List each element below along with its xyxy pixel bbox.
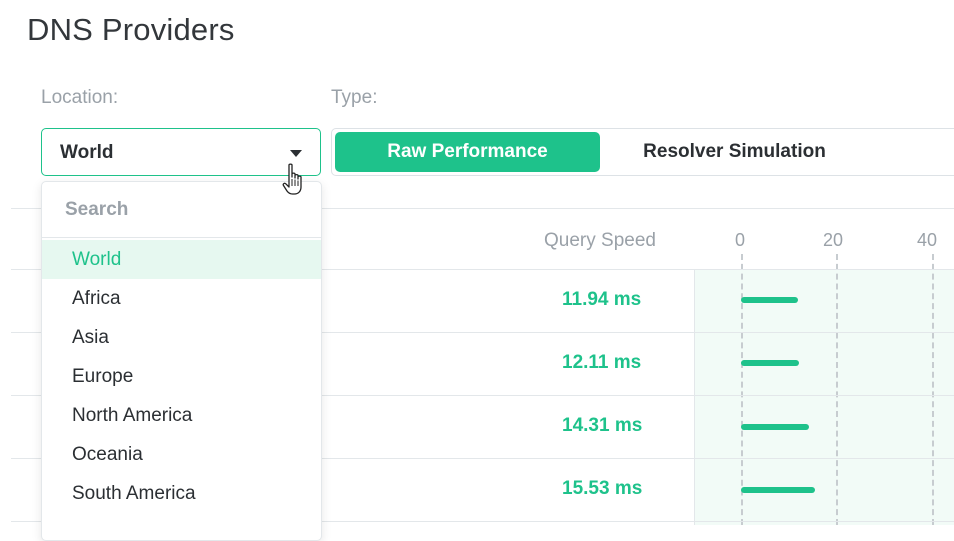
location-dropdown-menu: Search World Africa Asia Europe North Am… (41, 181, 322, 541)
dropdown-option-south-america[interactable]: South America (42, 474, 321, 513)
table-row-4-bar (741, 487, 815, 493)
grid-line-20 (836, 254, 838, 525)
type-toggle: Raw Performance Resolver Simulation (331, 128, 954, 176)
hand-pointer-icon (282, 163, 302, 195)
location-label: Location: (41, 87, 119, 108)
dropdown-search-placeholder: Search (65, 199, 129, 220)
location-select[interactable]: World (41, 128, 321, 176)
table-row-1-bar (741, 297, 798, 303)
dropdown-option-oceania[interactable]: Oceania (42, 435, 321, 474)
dropdown-option-europe[interactable]: Europe (42, 357, 321, 396)
grid-line-40 (932, 254, 934, 525)
type-resolver-simulation-button[interactable]: Resolver Simulation (612, 132, 857, 172)
table-row-3-bar (741, 424, 809, 430)
dropdown-search-input[interactable]: Search (42, 182, 321, 238)
bar-chart-area (694, 269, 954, 525)
grid-line-0 (741, 254, 743, 525)
dropdown-option-africa[interactable]: Africa (42, 279, 321, 318)
page-title: DNS Providers (27, 12, 235, 47)
table-row-1-speed: 11.94 ms (562, 289, 642, 310)
location-select-value: World (60, 142, 114, 163)
dropdown-option-asia[interactable]: Asia (42, 318, 321, 357)
table-row-3-speed: 14.31 ms (562, 415, 643, 436)
caret-down-icon[interactable] (290, 150, 302, 157)
table-row-4-speed: 15.53 ms (562, 478, 643, 499)
type-label: Type: (331, 87, 378, 108)
query-speed-header[interactable]: Query Speed (544, 230, 656, 252)
dropdown-options-list: World Africa Asia Europe North America O… (42, 240, 321, 513)
axis-tick-0: 0 (735, 230, 746, 250)
axis-tick-20: 20 (823, 230, 844, 250)
table-row-2-speed: 12.11 ms (562, 352, 642, 373)
table-row-2-bar (741, 360, 799, 366)
dropdown-option-world[interactable]: World (42, 240, 321, 279)
axis-tick-40: 40 (917, 230, 938, 250)
type-raw-performance-button[interactable]: Raw Performance (335, 132, 600, 172)
dropdown-option-north-america[interactable]: North America (42, 396, 321, 435)
